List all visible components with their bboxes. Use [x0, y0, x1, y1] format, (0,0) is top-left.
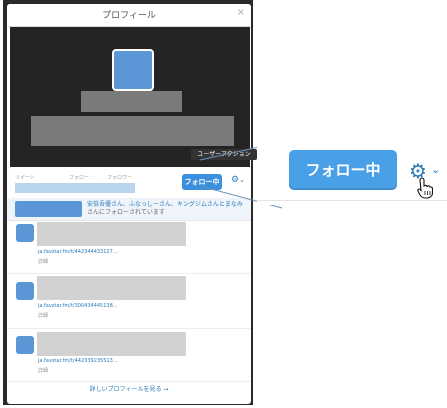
chevron-down-icon[interactable]: ⌄	[431, 163, 440, 176]
divider	[257, 200, 447, 201]
zoom-callout: フォロー中 ⚙ ⌄	[257, 125, 447, 205]
following-button-zoomed[interactable]: フォロー中	[289, 150, 397, 190]
